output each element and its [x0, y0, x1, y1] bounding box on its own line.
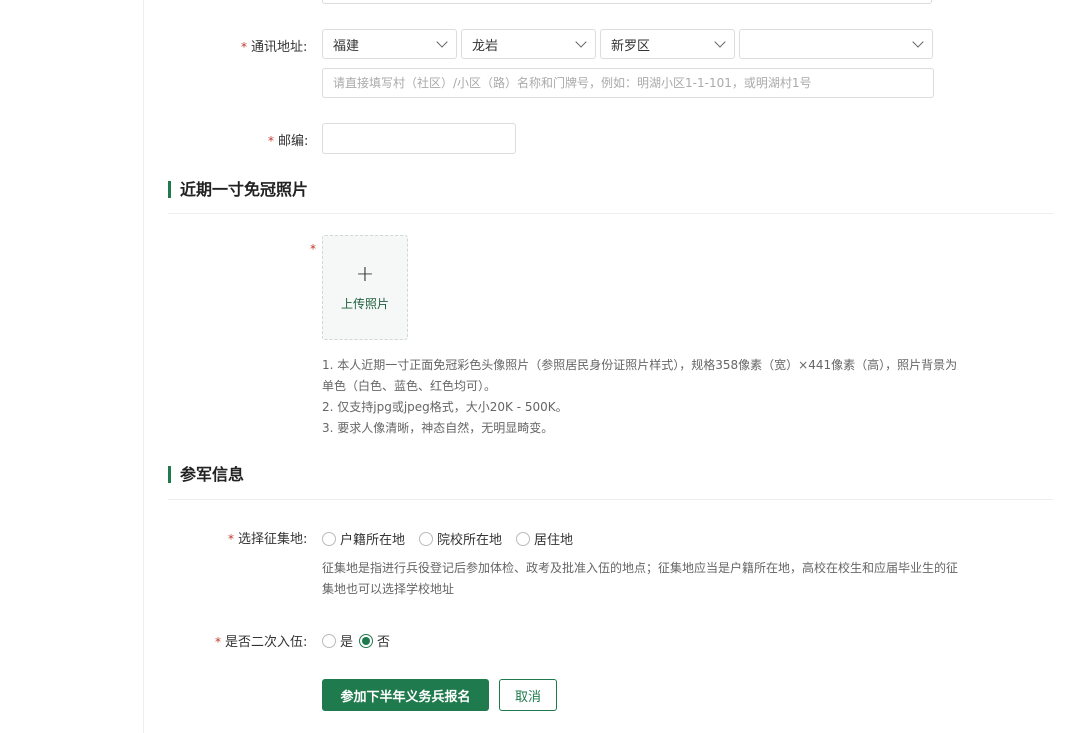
radio-button[interactable]: [322, 531, 336, 546]
chevron-down-icon: [436, 36, 448, 48]
province-value: 福建: [333, 38, 360, 54]
upload-photo-button[interactable]: + 上传照片: [322, 235, 408, 340]
recruit-place-label-text: 选择征集地:: [238, 532, 308, 547]
radio-label: 否: [377, 635, 391, 650]
photo-note-line: 3. 要求人像清晰，神态自然，无明显畸变。: [322, 421, 554, 435]
chevron-down-icon: [912, 36, 924, 48]
address-label-text: 通讯地址:: [251, 40, 308, 55]
plus-icon: +: [355, 261, 375, 287]
postcode-label-text: 邮编:: [278, 134, 309, 149]
recruit-place-help: 征集地是指进行兵役登记后参加体检、政考及批准入伍的地点；征集地应当是户籍所在地，…: [322, 558, 1047, 600]
radio-button[interactable]: [322, 633, 336, 648]
radio-label: 院校所在地: [437, 533, 503, 548]
cancel-button[interactable]: 取消: [499, 679, 557, 711]
photo-requirements: 1. 本人近期一寸正面免冠彩色头像照片（参照居民身份证照片样式），规格358像素…: [322, 355, 1047, 439]
required-mark: *: [228, 532, 234, 546]
recruit-place-label: * 选择征集地:: [228, 528, 307, 547]
required-mark: *: [268, 134, 274, 148]
required-mark: *: [310, 242, 316, 256]
radio-option-no[interactable]: 否: [359, 631, 390, 650]
district-select[interactable]: 新罗区: [600, 29, 735, 59]
section-divider: [168, 499, 1053, 500]
radio-button[interactable]: [419, 531, 434, 546]
province-select[interactable]: 福建: [322, 29, 457, 59]
radio-option-household[interactable]: 户籍所在地: [322, 529, 405, 548]
photo-note-line: 1. 本人近期一寸正面免冠彩色头像照片（参照居民身份证照片样式），规格358像素…: [322, 358, 958, 372]
postcode-label: * 邮编:: [268, 130, 308, 149]
radio-label: 居住地: [534, 533, 574, 548]
street-select[interactable]: [739, 29, 933, 59]
radio-label: 户籍所在地: [340, 533, 406, 548]
help-line: 集地也可以选择学校地址: [322, 582, 455, 596]
section-title-photo: 近期一寸免冠照片: [168, 181, 308, 198]
chevron-down-icon: [575, 36, 587, 48]
radio-label: 是: [340, 635, 354, 650]
second-enlist-label: * 是否二次入伍:: [215, 631, 307, 650]
recruit-place-radio-group: 户籍所在地 院校所在地 居住地: [322, 529, 587, 548]
photo-note-line: 2. 仅支持jpg或jpeg格式，大小20K - 500K。: [322, 400, 568, 414]
second-enlist-radio-group: 是 否: [322, 631, 404, 650]
required-mark: *: [241, 40, 247, 54]
city-value: 龙岩: [472, 38, 499, 54]
address-label: * 通讯地址:: [241, 36, 307, 55]
page-left-border: [143, 0, 144, 733]
section-divider: [168, 213, 1053, 214]
submit-enlist-button[interactable]: 参加下半年义务兵报名: [322, 679, 489, 711]
city-select[interactable]: 龙岩: [461, 29, 596, 59]
chevron-down-icon: [714, 36, 726, 48]
second-enlist-label-text: 是否二次入伍:: [225, 635, 308, 650]
postcode-input[interactable]: [322, 123, 516, 154]
radio-button-checked[interactable]: [359, 633, 374, 648]
radio-button[interactable]: [516, 531, 531, 546]
previous-input-field[interactable]: [322, 0, 932, 4]
help-line: 征集地是指进行兵役登记后参加体检、政考及批准入伍的地点；征集地应当是户籍所在地，…: [322, 561, 959, 575]
address-detail-input[interactable]: [322, 68, 934, 98]
section-title-military: 参军信息: [168, 466, 244, 483]
radio-option-residence[interactable]: 居住地: [516, 529, 573, 548]
radio-option-school[interactable]: 院校所在地: [419, 529, 502, 548]
radio-option-yes[interactable]: 是: [322, 631, 353, 650]
required-mark: *: [215, 635, 221, 649]
district-value: 新罗区: [611, 38, 651, 54]
upload-photo-label: 上传照片: [340, 296, 389, 311]
photo-note-line: 单色（白色、蓝色、红色均可）。: [322, 379, 497, 393]
